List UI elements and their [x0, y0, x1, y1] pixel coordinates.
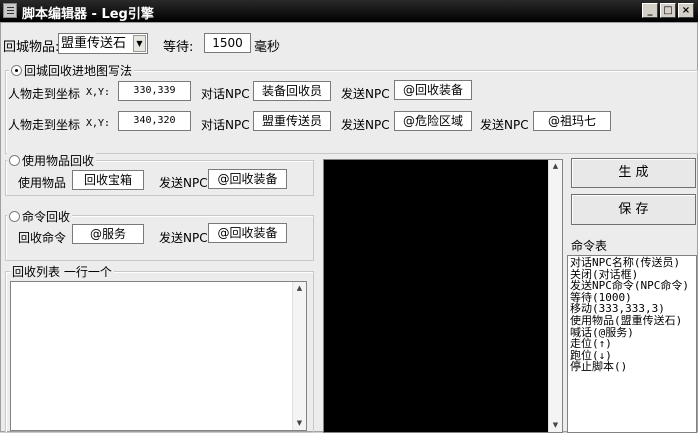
- minimize-button[interactable]: _: [642, 3, 658, 18]
- close-button[interactable]: ×: [678, 3, 694, 18]
- npc-label-1: 对话NPC: [201, 87, 250, 101]
- wait-label: 等待:: [163, 40, 194, 55]
- cmd-recycle-option[interactable]: 命令回收: [7, 208, 73, 225]
- cmd-label: 回收命令: [18, 231, 67, 245]
- maximize-button[interactable]: □: [660, 3, 676, 18]
- item-recycle-option[interactable]: 使用物品回收: [7, 152, 97, 169]
- list-item[interactable]: 使用物品(盟重传送石): [570, 315, 694, 327]
- scroll-down-icon[interactable]: ▼: [549, 419, 562, 432]
- use-item-label: 使用物品: [18, 176, 67, 190]
- send-input-1[interactable]: @回收装备: [394, 80, 472, 100]
- xy-label-1: X,Y:: [86, 87, 111, 98]
- chevron-down-icon[interactable]: ▼: [133, 35, 146, 52]
- cmd-input[interactable]: @服务: [72, 224, 144, 244]
- coords-input-1[interactable]: 330,339: [118, 81, 191, 101]
- return-item-select[interactable]: 盟重传送石 ▼: [58, 33, 148, 54]
- list-item[interactable]: 停止脚本(): [570, 361, 694, 373]
- cmd-send-label: 发送NPC: [159, 231, 208, 245]
- xy-label-2: X,Y:: [86, 118, 111, 129]
- main-window: 回城物品: 盟重传送石 ▼ 等待: 1500 毫秒 回城回收进地图写法 人物走到…: [0, 22, 698, 433]
- coords-input-2[interactable]: 340,320: [118, 111, 191, 131]
- walk-label-2: 人物走到坐标: [8, 118, 81, 132]
- radio-icon[interactable]: [9, 211, 20, 222]
- return-item-value: 盟重传送石: [61, 36, 127, 51]
- window-title: 脚本编辑器 - Leg引擎: [22, 7, 154, 22]
- radio-icon[interactable]: [9, 155, 20, 166]
- send-label-1: 发送NPC: [341, 87, 390, 101]
- command-table-list[interactable]: 对话NPC名称(传送员) 关闭(对话框) 发送NPC命令(NPC命令) 等待(1…: [567, 255, 697, 433]
- map-recycle-title: 回城回收进地图写法: [24, 64, 133, 78]
- script-output-area[interactable]: ▲ ▼: [323, 159, 563, 433]
- walk-label-1: 人物走到坐标: [8, 87, 81, 101]
- recycle-list-title: 回收列表 一行一个: [10, 263, 114, 280]
- scroll-down-icon[interactable]: ▼: [293, 417, 306, 430]
- item-recycle-title: 使用物品回收: [22, 154, 95, 168]
- item-send-label: 发送NPC: [159, 176, 208, 190]
- use-item-input[interactable]: 回收宝箱: [72, 170, 144, 190]
- list-item[interactable]: 走位(↑): [570, 338, 694, 350]
- recycle-list-textarea[interactable]: ▲ ▼: [10, 281, 307, 431]
- scroll-up-icon[interactable]: ▲: [549, 160, 562, 173]
- recycle-list-scrollbar[interactable]: ▲ ▼: [292, 282, 306, 430]
- send-input-3[interactable]: @祖玛七: [533, 111, 611, 131]
- list-item[interactable]: 对话NPC名称(传送员): [570, 257, 694, 269]
- npc-input-1[interactable]: 装备回收员: [253, 81, 331, 101]
- send-label-2: 发送NPC: [341, 118, 390, 132]
- cmd-recycle-title: 命令回收: [22, 210, 71, 224]
- app-icon: [3, 3, 17, 18]
- radio-selected-icon[interactable]: [11, 65, 22, 76]
- generate-button[interactable]: 生 成: [571, 158, 696, 188]
- send-input-2[interactable]: @危险区域: [394, 111, 472, 131]
- wait-unit: 毫秒: [254, 40, 281, 55]
- send-label-3: 发送NPC: [480, 118, 529, 132]
- cmd-send-input[interactable]: @回收装备: [208, 223, 287, 243]
- scroll-up-icon[interactable]: ▲: [293, 282, 306, 295]
- title-bar: 脚本编辑器 - Leg引擎 _ □ ×: [0, 0, 698, 22]
- item-send-input[interactable]: @回收装备: [208, 169, 287, 189]
- npc-label-2: 对话NPC: [201, 118, 250, 132]
- script-output-scrollbar[interactable]: ▲ ▼: [548, 160, 562, 432]
- save-button[interactable]: 保 存: [571, 194, 696, 225]
- return-item-label: 回城物品:: [3, 40, 60, 55]
- npc-input-2[interactable]: 盟重传送员: [253, 111, 331, 131]
- command-table-title: 命令表: [571, 239, 608, 253]
- wait-input[interactable]: 1500: [204, 33, 251, 53]
- map-recycle-option[interactable]: 回城回收进地图写法: [9, 62, 135, 79]
